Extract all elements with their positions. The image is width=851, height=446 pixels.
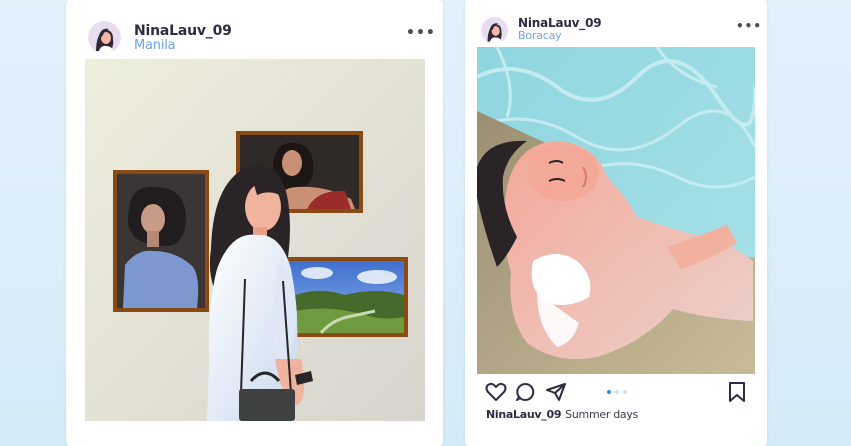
- caption-text: Summer days: [565, 408, 639, 421]
- more-options-icon[interactable]: •••: [736, 19, 762, 33]
- post-location[interactable]: Manila: [134, 38, 176, 53]
- post-card-boracay: NinaLauv_09 Boracay ••• NinaLauv_09 Summ…: [465, 0, 767, 446]
- share-icon[interactable]: [545, 382, 567, 402]
- more-options-icon[interactable]: •••: [406, 25, 436, 41]
- post-username[interactable]: NinaLauv_09: [518, 16, 602, 30]
- post-location[interactable]: Boracay: [518, 29, 562, 42]
- carousel-indicator: [607, 390, 627, 394]
- post-username[interactable]: NinaLauv_09: [134, 23, 232, 39]
- post-card-manila: NinaLauv_09 Manila •••: [66, 0, 443, 446]
- beach-sunbathing-photo[interactable]: [477, 47, 755, 374]
- carousel-dot[interactable]: [615, 390, 619, 394]
- heart-icon[interactable]: [485, 382, 507, 402]
- avatar[interactable]: [481, 17, 508, 44]
- bookmark-icon[interactable]: [728, 381, 746, 403]
- carousel-dot[interactable]: [607, 390, 611, 394]
- avatar[interactable]: [88, 21, 121, 54]
- caption-username[interactable]: NinaLauv_09: [486, 408, 561, 421]
- post-caption: NinaLauv_09 Summer days: [486, 408, 638, 421]
- museum-portrait-photo[interactable]: [85, 59, 425, 421]
- carousel-dot[interactable]: [623, 390, 627, 394]
- comment-icon[interactable]: [515, 382, 535, 402]
